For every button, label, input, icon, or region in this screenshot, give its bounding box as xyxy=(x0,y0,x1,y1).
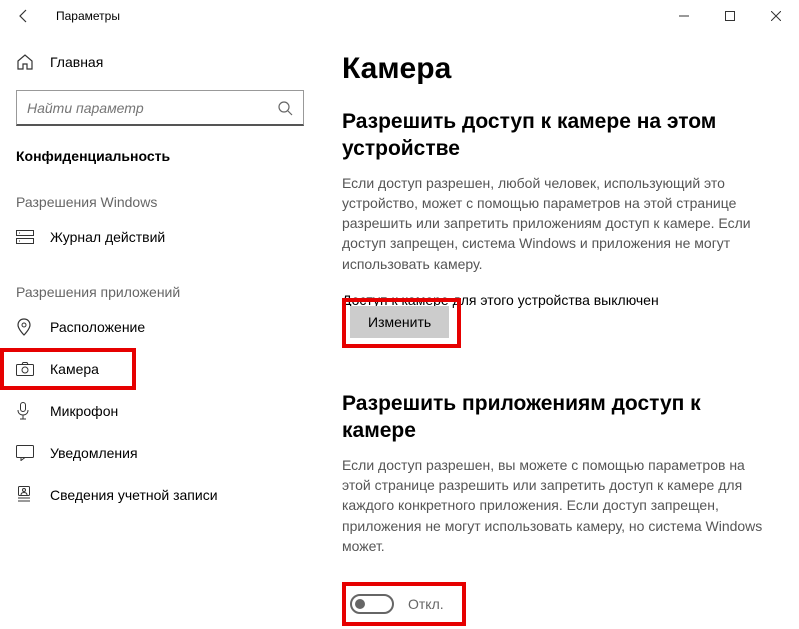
section-desc-device-access: Если доступ разрешен, любой человек, исп… xyxy=(342,173,769,274)
sidebar-item-label: Сведения учетной записи xyxy=(50,487,218,503)
toggle-knob xyxy=(355,599,365,609)
page-title: Камера xyxy=(342,52,769,86)
sidebar-item-activity-history[interactable]: Журнал действий xyxy=(0,216,320,258)
sidebar-item-microphone[interactable]: Микрофон xyxy=(0,390,320,432)
sidebar-item-label: Расположение xyxy=(50,319,145,335)
window-title: Параметры xyxy=(56,9,120,23)
location-icon xyxy=(16,318,36,336)
minimize-button[interactable] xyxy=(661,0,707,32)
sidebar-section-privacy: Конфиденциальность xyxy=(0,126,320,168)
camera-icon xyxy=(16,362,36,376)
sidebar-item-label: Журнал действий xyxy=(50,229,165,245)
sidebar-item-label: Уведомления xyxy=(50,445,138,461)
titlebar: Параметры xyxy=(0,0,799,32)
sidebar-item-label: Камера xyxy=(50,361,99,377)
search-box[interactable] xyxy=(16,90,304,126)
sidebar-item-label: Микрофон xyxy=(50,403,118,419)
sidebar-item-location[interactable]: Расположение xyxy=(0,306,320,348)
close-button[interactable] xyxy=(753,0,799,32)
toggle-label: Откл. xyxy=(408,596,444,612)
highlight-box-change: Изменить xyxy=(342,298,461,348)
notifications-icon xyxy=(16,445,36,461)
maximize-button[interactable] xyxy=(707,0,753,32)
account-icon xyxy=(16,486,36,504)
sidebar-subhead-windows: Разрешения Windows xyxy=(0,168,320,216)
search-icon xyxy=(277,100,293,116)
activity-icon xyxy=(16,230,36,244)
highlight-box-toggle: Откл. xyxy=(342,582,466,626)
app-access-toggle[interactable] xyxy=(350,594,394,614)
sidebar-subhead-apps: Разрешения приложений xyxy=(0,258,320,306)
sidebar-item-camera[interactable]: Камера xyxy=(0,348,136,390)
sidebar: Главная Конфиденциальность Разрешения Wi… xyxy=(0,32,320,629)
search-input[interactable] xyxy=(27,100,277,116)
back-button[interactable] xyxy=(8,0,40,32)
section-heading-app-access: Разрешить приложениям доступ к камере xyxy=(342,390,769,445)
home-icon xyxy=(16,53,36,71)
microphone-icon xyxy=(16,402,36,420)
sidebar-home[interactable]: Главная xyxy=(0,42,320,82)
sidebar-home-label: Главная xyxy=(50,54,103,70)
section-desc-app-access: Если доступ разрешен, вы можете с помощь… xyxy=(342,455,769,556)
sidebar-item-account-info[interactable]: Сведения учетной записи xyxy=(0,474,320,516)
sidebar-item-notifications[interactable]: Уведомления xyxy=(0,432,320,474)
section-heading-device-access: Разрешить доступ к камере на этом устрой… xyxy=(342,108,769,163)
change-button[interactable]: Изменить xyxy=(350,306,449,338)
main-content: Камера Разрешить доступ к камере на этом… xyxy=(320,32,799,629)
